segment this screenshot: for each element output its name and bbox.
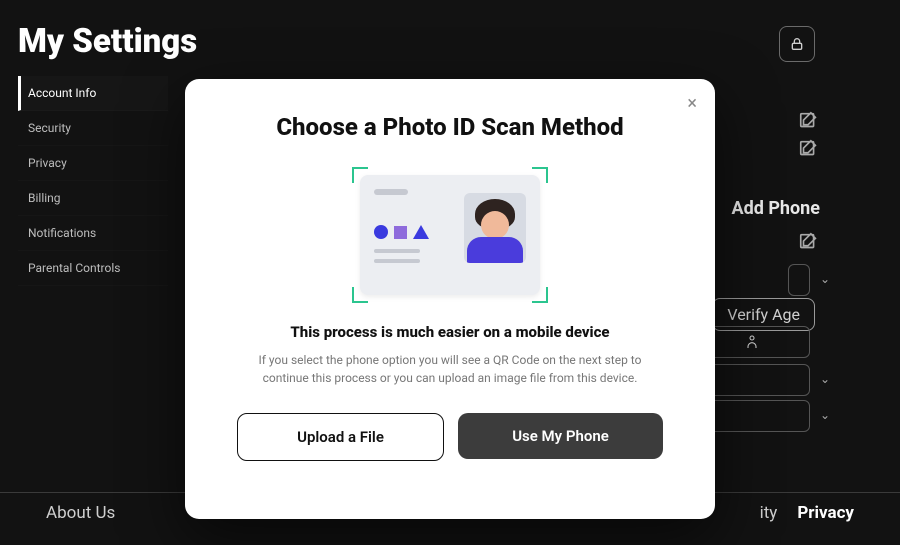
photo-id-modal: × Choose a Photo ID Scan Method This pro… [185,79,715,519]
upload-file-button[interactable]: Upload a File [237,413,444,461]
modal-overlay: × Choose a Photo ID Scan Method This pro… [0,0,900,545]
close-icon: × [687,93,697,114]
id-portrait [464,193,526,263]
id-card [360,175,540,295]
modal-title: Choose a Photo ID Scan Method [233,113,667,141]
modal-subheading: This process is much easier on a mobile … [233,323,667,341]
close-button[interactable]: × [687,93,697,114]
modal-actions: Upload a File Use My Phone [233,413,667,461]
id-card-illustration [360,175,540,295]
use-my-phone-button[interactable]: Use My Phone [458,413,663,459]
modal-description: If you select the phone option you will … [233,351,667,387]
